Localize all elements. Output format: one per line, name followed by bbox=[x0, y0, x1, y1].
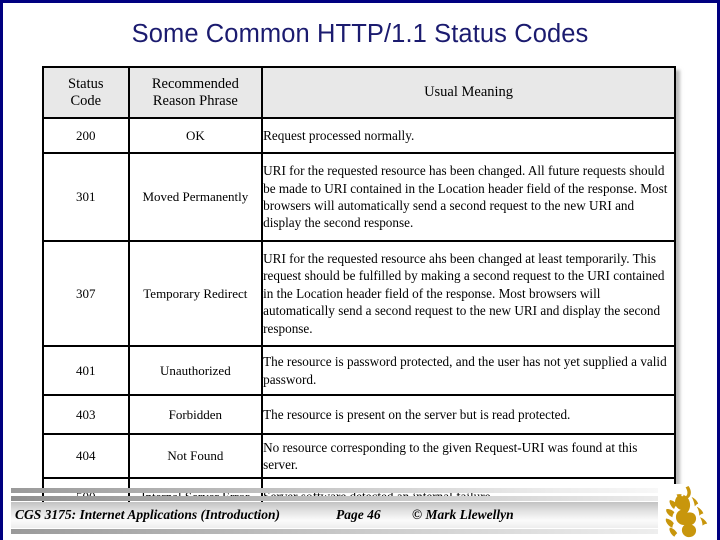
table-row: 401 Unauthorized The resource is passwor… bbox=[42, 345, 676, 396]
slide-footer: CGS 3175: Internet Applications (Introdu… bbox=[3, 482, 717, 540]
slide: Some Common HTTP/1.1 Status Codes Status… bbox=[0, 0, 720, 540]
footer-author-label: © Mark Llewellyn bbox=[412, 507, 514, 522]
cell-reason-phrase: Not Found bbox=[127, 433, 264, 479]
cell-usual-meaning: The resource is present on the server bu… bbox=[261, 394, 676, 435]
table-row: 404 Not Found No resource corresponding … bbox=[42, 433, 676, 479]
footer-divider-top bbox=[11, 488, 709, 493]
cell-status-code: 200 bbox=[42, 117, 130, 154]
cell-reason-phrase: Temporary Redirect bbox=[127, 240, 264, 347]
column-header-status-code-line2: Code bbox=[70, 92, 102, 109]
footer-divider-middle bbox=[11, 496, 709, 501]
cell-usual-meaning: URI for the requested resource has been … bbox=[261, 152, 676, 242]
cell-usual-meaning: The resource is password protected, and … bbox=[261, 345, 676, 396]
footer-page-number: Page 46 bbox=[336, 507, 381, 522]
ucf-pegasus-logo bbox=[658, 484, 714, 540]
cell-status-code: 404 bbox=[42, 433, 130, 479]
table-row: 200 OK Request processed normally. bbox=[42, 117, 676, 154]
cell-status-code: 401 bbox=[42, 345, 130, 396]
column-header-reason-phrase-line2: Reason Phrase bbox=[152, 92, 238, 109]
column-header-reason-phrase-line1: Recommended bbox=[151, 75, 239, 92]
status-codes-table-container: Status Code Recommended Reason Phrase Us… bbox=[42, 66, 676, 516]
page-title: Some Common HTTP/1.1 Status Codes bbox=[131, 20, 589, 48]
table-row: 403 Forbidden The resource is present on… bbox=[42, 394, 676, 435]
table-header-row: Status Code Recommended Reason Phrase Us… bbox=[42, 66, 676, 119]
cell-reason-phrase: OK bbox=[127, 117, 264, 154]
table-row: 301 Moved Permanently URI for the reques… bbox=[42, 152, 676, 242]
footer-course-label: CGS 3175: Internet Applications (Introdu… bbox=[15, 507, 281, 522]
status-codes-table: Status Code Recommended Reason Phrase Us… bbox=[42, 66, 676, 516]
table-header: Status Code Recommended Reason Phrase Us… bbox=[42, 66, 676, 119]
cell-reason-phrase: Unauthorized bbox=[127, 345, 264, 396]
table-row: 307 Temporary Redirect URI for the reque… bbox=[42, 240, 676, 347]
column-header-usual-meaning: Usual Meaning bbox=[261, 66, 676, 119]
column-header-reason-phrase: Recommended Reason Phrase bbox=[127, 66, 264, 119]
cell-status-code: 403 bbox=[42, 394, 130, 435]
cell-reason-phrase: Forbidden bbox=[127, 394, 264, 435]
cell-reason-phrase: Moved Permanently bbox=[127, 152, 264, 242]
column-header-status-code: Status Code bbox=[42, 66, 130, 119]
table-body: 200 OK Request processed normally. 301 M… bbox=[42, 117, 676, 516]
cell-usual-meaning: URI for the requested resource ahs been … bbox=[261, 240, 676, 347]
cell-usual-meaning: No resource corresponding to the given R… bbox=[261, 433, 676, 479]
cell-status-code: 307 bbox=[42, 240, 130, 347]
cell-status-code: 301 bbox=[42, 152, 130, 242]
column-header-status-code-line1: Status bbox=[68, 75, 104, 92]
footer-divider-bottom bbox=[11, 529, 709, 534]
cell-usual-meaning: Request processed normally. bbox=[261, 117, 676, 154]
